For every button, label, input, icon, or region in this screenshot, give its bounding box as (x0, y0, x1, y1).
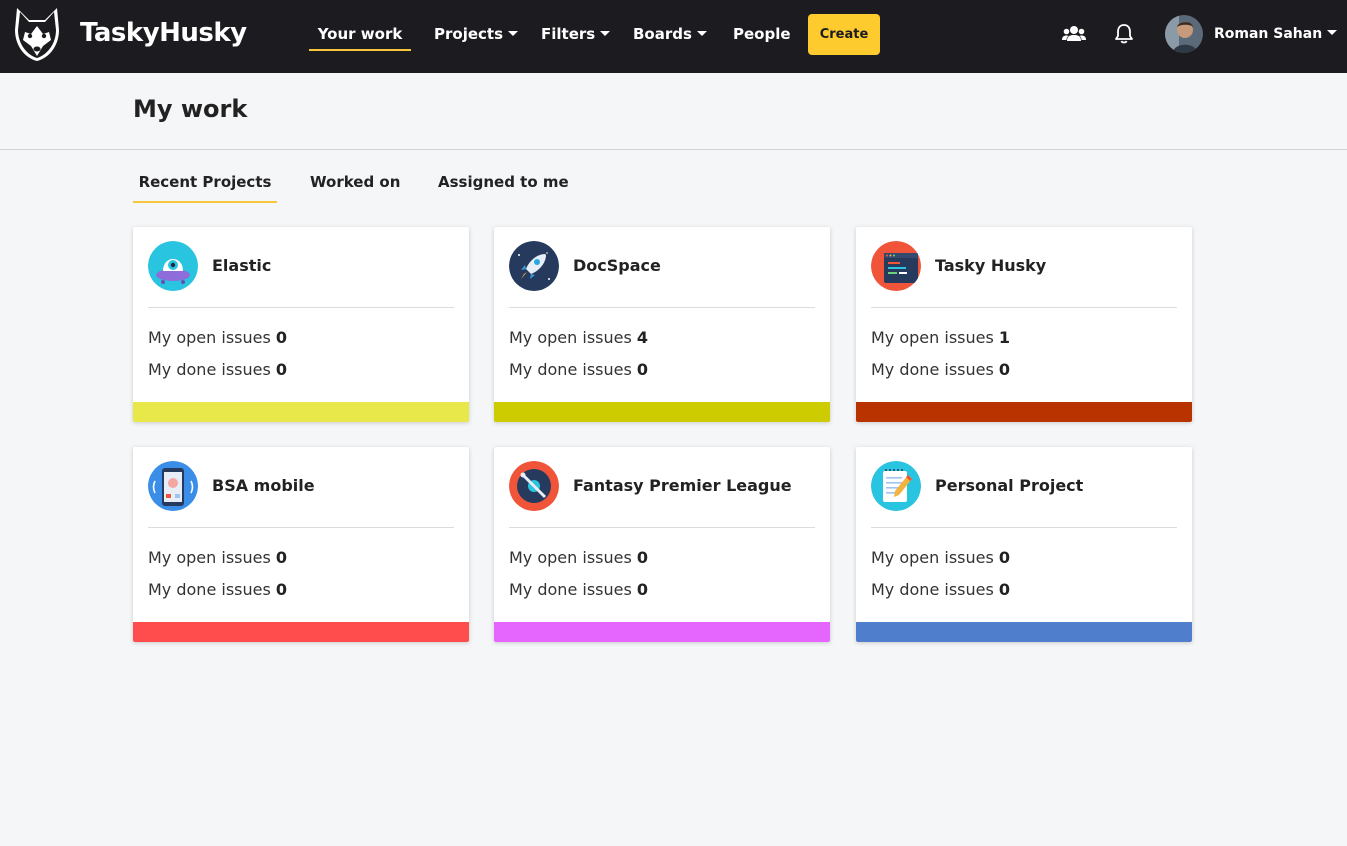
page-title: My work (133, 95, 248, 123)
done-issues-row: My done issues 0 (148, 580, 287, 599)
project-card-elastic[interactable]: Elastic My open issues 0 My done issues … (133, 227, 469, 422)
open-issues-label: My open issues (509, 548, 632, 567)
page-header: My work (0, 73, 1347, 150)
card-divider (148, 307, 454, 308)
rocket-icon (509, 241, 559, 291)
nav-projects[interactable]: Projects (434, 25, 519, 51)
vinyl-disc-icon (509, 461, 559, 511)
card-divider (509, 307, 815, 308)
project-card-personal-project[interactable]: Personal Project My open issues 0 My don… (856, 447, 1192, 642)
open-issues-label: My open issues (871, 548, 994, 567)
done-issues-count: 0 (998, 360, 1011, 379)
notepad-pencil-icon (871, 461, 921, 511)
user-menu[interactable]: Roman Sahan (1214, 26, 1338, 42)
caret-down-icon (508, 31, 519, 36)
code-window-icon (871, 241, 921, 291)
project-color-strip (133, 402, 469, 422)
done-issues-label: My done issues (871, 360, 994, 379)
nav-filters-label: Filters (541, 25, 596, 43)
project-color-strip (133, 622, 469, 642)
open-issues-count: 0 (636, 548, 649, 567)
project-name[interactable]: Tasky Husky (935, 256, 1046, 275)
nav-boards-label: Boards (633, 25, 692, 43)
card-divider (871, 527, 1177, 528)
caret-down-icon (696, 31, 707, 36)
nav-projects-label: Projects (434, 25, 504, 43)
open-issues-count: 0 (275, 328, 288, 347)
open-issues-count: 1 (998, 328, 1011, 347)
open-issues-row: My open issues 0 (509, 548, 648, 567)
done-issues-count: 0 (636, 360, 649, 379)
done-issues-row: My done issues 0 (871, 360, 1010, 379)
done-issues-count: 0 (636, 580, 649, 599)
done-issues-row: My done issues 0 (509, 580, 648, 599)
open-issues-row: My open issues 0 (871, 548, 1010, 567)
open-issues-label: My open issues (148, 328, 271, 347)
alien-ufo-icon (148, 241, 198, 291)
done-issues-label: My done issues (148, 580, 271, 599)
done-issues-count: 0 (998, 580, 1011, 599)
project-name[interactable]: BSA mobile (212, 476, 315, 495)
project-color-strip (856, 402, 1192, 422)
app-brand-name[interactable]: TaskyHusky (80, 18, 247, 48)
done-issues-count: 0 (275, 580, 288, 599)
open-issues-count: 0 (998, 548, 1011, 567)
project-name[interactable]: Personal Project (935, 476, 1083, 495)
create-button[interactable]: Create (808, 14, 880, 55)
done-issues-row: My done issues 0 (509, 360, 648, 379)
project-card-bsa-mobile[interactable]: BSA mobile My open issues 0 My done issu… (133, 447, 469, 642)
card-divider (148, 527, 454, 528)
open-issues-label: My open issues (148, 548, 271, 567)
tab-assigned-to-me[interactable]: Assigned to me (438, 173, 569, 203)
done-issues-label: My done issues (509, 360, 632, 379)
notification-bell-icon[interactable] (1111, 22, 1137, 46)
tab-recent-projects[interactable]: Recent Projects (133, 173, 277, 203)
done-issues-label: My done issues (148, 360, 271, 379)
user-name-label: Roman Sahan (1214, 26, 1323, 42)
project-card-tasky-husky[interactable]: Tasky Husky My open issues 1 My done iss… (856, 227, 1192, 422)
nav-your-work-label: Your work (317, 25, 403, 43)
team-icon[interactable] (1061, 22, 1087, 46)
open-issues-row: My open issues 0 (148, 328, 287, 347)
project-color-strip (494, 402, 830, 422)
caret-down-icon (600, 31, 611, 36)
open-issues-count: 0 (275, 548, 288, 567)
card-divider (509, 527, 815, 528)
open-issues-row: My open issues 0 (148, 548, 287, 567)
user-avatar[interactable] (1165, 15, 1203, 53)
project-card-fantasy-premier-league[interactable]: Fantasy Premier League My open issues 0 … (494, 447, 830, 642)
mobile-phone-icon (148, 461, 198, 511)
project-color-strip (494, 622, 830, 642)
nav-filters[interactable]: Filters (541, 25, 611, 51)
open-issues-row: My open issues 1 (871, 328, 1010, 347)
project-card-docspace[interactable]: DocSpace My open issues 4 My done issues… (494, 227, 830, 422)
nav-people[interactable]: People (733, 25, 791, 51)
nav-people-label: People (733, 25, 791, 43)
done-issues-row: My done issues 0 (871, 580, 1010, 599)
nav-your-work[interactable]: Your work (309, 25, 411, 51)
open-issues-row: My open issues 4 (509, 328, 648, 347)
project-name[interactable]: Elastic (212, 256, 271, 275)
open-issues-label: My open issues (509, 328, 632, 347)
husky-logo-icon[interactable] (13, 6, 61, 62)
top-navigation-bar: TaskyHusky Your work Projects Filters Bo… (0, 0, 1347, 73)
open-issues-count: 4 (636, 328, 649, 347)
done-issues-label: My done issues (871, 580, 994, 599)
done-issues-row: My done issues 0 (148, 360, 287, 379)
caret-down-icon (1327, 30, 1338, 35)
card-divider (871, 307, 1177, 308)
done-issues-label: My done issues (509, 580, 632, 599)
nav-boards[interactable]: Boards (633, 25, 707, 51)
tab-worked-on[interactable]: Worked on (310, 173, 400, 203)
project-color-strip (856, 622, 1192, 642)
open-issues-label: My open issues (871, 328, 994, 347)
project-name[interactable]: Fantasy Premier League (573, 476, 792, 495)
project-name[interactable]: DocSpace (573, 256, 661, 275)
done-issues-count: 0 (275, 360, 288, 379)
